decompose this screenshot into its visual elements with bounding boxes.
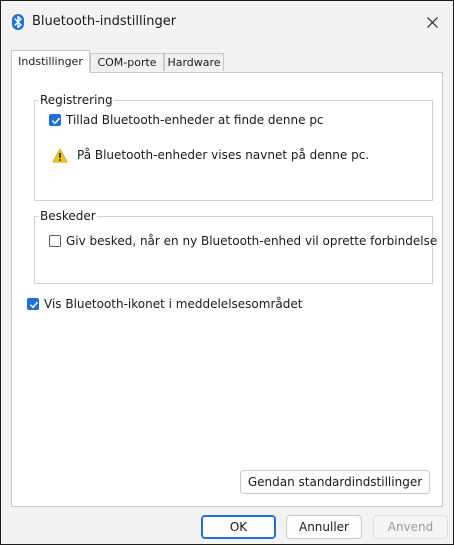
tab-com-porte[interactable]: COM-porte — [90, 53, 164, 71]
checkmark-icon — [52, 117, 60, 125]
discovery-warning: På Bluetooth-enheder vises navnet på den… — [52, 145, 369, 165]
cancel-button[interactable]: Annuller — [286, 515, 362, 539]
restore-defaults-button[interactable]: Gendan standardindstillinger — [240, 470, 430, 494]
close-icon — [427, 17, 438, 28]
registrering-group: Registrering Tillad Bluetooth-enheder at… — [34, 92, 433, 201]
title-bar: Bluetooth-indstillinger — [1, 1, 453, 45]
beskeder-group: Beskeder Giv besked, når en ny Bluetooth… — [34, 208, 437, 284]
show-icon-checkbox-row[interactable]: Vis Bluetooth-ikonet i meddelelsesområde… — [27, 296, 302, 312]
bluetooth-icon — [12, 14, 24, 30]
close-button[interactable] — [413, 1, 453, 45]
allow-discovery-checkbox-row[interactable]: Tillad Bluetooth-enheder at finde denne … — [49, 112, 324, 128]
allow-discovery-label: Tillad Bluetooth-enheder at finde denne … — [66, 113, 324, 127]
checkmark-icon — [30, 301, 38, 309]
tab-hardware[interactable]: Hardware — [164, 53, 224, 71]
show-icon-label: Vis Bluetooth-ikonet i meddelelsesområde… — [44, 297, 303, 311]
show-icon-checkbox[interactable] — [27, 298, 39, 310]
discovery-warning-text: På Bluetooth-enheder vises navnet på den… — [77, 148, 370, 162]
settings-panel: Registrering Tillad Bluetooth-enheder at… — [11, 72, 443, 507]
allow-discovery-checkbox[interactable] — [49, 114, 61, 126]
tab-indstillinger[interactable]: Indstillinger — [11, 50, 90, 73]
warning-icon — [52, 148, 68, 162]
bluetooth-settings-dialog: Bluetooth-indstillinger Indstillinger CO… — [0, 0, 454, 545]
notify-new-checkbox-row[interactable]: Giv besked, når en ny Bluetooth-enhed vi… — [49, 233, 437, 249]
beskeder-group-title: Beskeder — [39, 208, 97, 224]
notify-new-checkbox[interactable] — [49, 235, 61, 247]
window-title: Bluetooth-indstillinger — [32, 14, 177, 29]
notify-new-label: Giv besked, når en ny Bluetooth-enhed vi… — [66, 234, 438, 248]
registrering-group-title: Registrering — [39, 92, 114, 108]
ok-button[interactable]: OK — [201, 515, 276, 539]
apply-button[interactable]: Anvend — [373, 515, 448, 539]
